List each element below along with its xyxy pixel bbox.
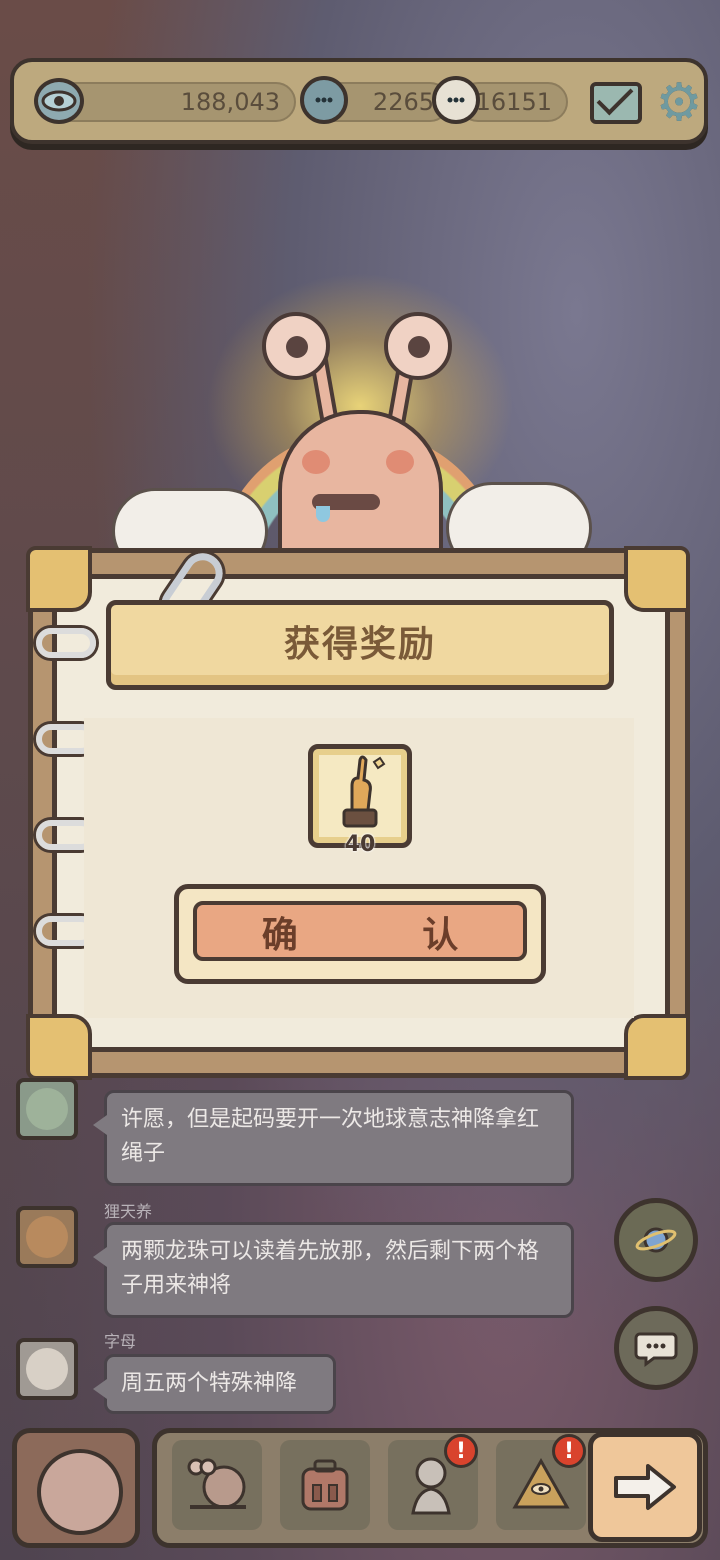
- backpack-button[interactable]: [280, 1440, 370, 1530]
- avatar[interactable]: [16, 1078, 78, 1140]
- snail-eye-right: [384, 312, 452, 380]
- eye-icon: [34, 78, 84, 124]
- tools-button[interactable]: [12, 1428, 140, 1548]
- avatar-face: [26, 1348, 68, 1390]
- avatar-face: [26, 1088, 68, 1130]
- chat-toggle-button[interactable]: [614, 1306, 698, 1390]
- chat-message: 周五两个特殊神降: [93, 1354, 336, 1414]
- reward-count: 40: [344, 832, 376, 857]
- corner-bracket: [26, 1014, 92, 1080]
- avatar[interactable]: [16, 1206, 78, 1268]
- chat-icon: [634, 1332, 678, 1367]
- snail-menu-button[interactable]: [172, 1440, 262, 1530]
- binder-ring: [36, 628, 96, 658]
- avatar[interactable]: [16, 1338, 78, 1400]
- gear-icon[interactable]: ⚙: [654, 77, 704, 129]
- corner-bracket: [624, 1014, 690, 1080]
- snail-drool: [316, 506, 330, 522]
- chat-message-text: 周五两个特殊神降: [121, 1371, 298, 1396]
- chat-message-text: 两颗龙珠可以读着先放那，然后剩下两个格子用来神将: [121, 1239, 540, 1298]
- snail-icon: [187, 1458, 246, 1509]
- alert-badge: !: [552, 1434, 586, 1468]
- chat-stat-value: 2265: [372, 88, 434, 116]
- planet-icon: [635, 1227, 677, 1253]
- snail-cheek: [302, 450, 330, 474]
- corner-bracket: [624, 546, 690, 612]
- planet-button[interactable]: [614, 1198, 698, 1282]
- bubble-stat-value: 16151: [475, 88, 552, 116]
- alert-badge: !: [444, 1434, 478, 1468]
- envelope-icon[interactable]: [590, 82, 642, 124]
- avatar-face: [26, 1216, 68, 1258]
- chat-message: 许愿，但是起码要开一次地球意志神降拿红绳子: [93, 1090, 574, 1186]
- confirm-label: 确 认: [261, 915, 515, 956]
- snail-eye-left: [262, 312, 330, 380]
- next-button[interactable]: [588, 1432, 702, 1542]
- snail-character: [278, 410, 443, 570]
- chat-message-text: 许愿，但是起码要开一次地球意志神降拿红绳子: [121, 1107, 540, 1166]
- no-tools-icon: [37, 1449, 123, 1535]
- resource-bar: 188,043 2265 16151 ⚙: [10, 58, 708, 144]
- dialog-title: 获得奖励: [283, 624, 436, 665]
- comment-icon: [432, 76, 480, 124]
- speech-bubble-icon: [300, 76, 348, 124]
- confirm-button[interactable]: 确 认: [174, 884, 546, 984]
- chat-message: 两颗龙珠可以读着先放那，然后剩下两个格子用来神将: [93, 1222, 574, 1318]
- chat-username: 字母: [104, 1332, 137, 1351]
- snail-cheek: [386, 450, 414, 474]
- statue-hand-icon: [342, 755, 386, 828]
- eye-stat-value: 188,043: [180, 88, 280, 116]
- backpack-icon: [301, 1459, 349, 1511]
- chat-username: 狸天养: [104, 1202, 153, 1221]
- corner-bracket: [26, 546, 92, 612]
- arrow-right-icon: [614, 1464, 676, 1510]
- confirm-button-face: 确 认: [193, 901, 527, 961]
